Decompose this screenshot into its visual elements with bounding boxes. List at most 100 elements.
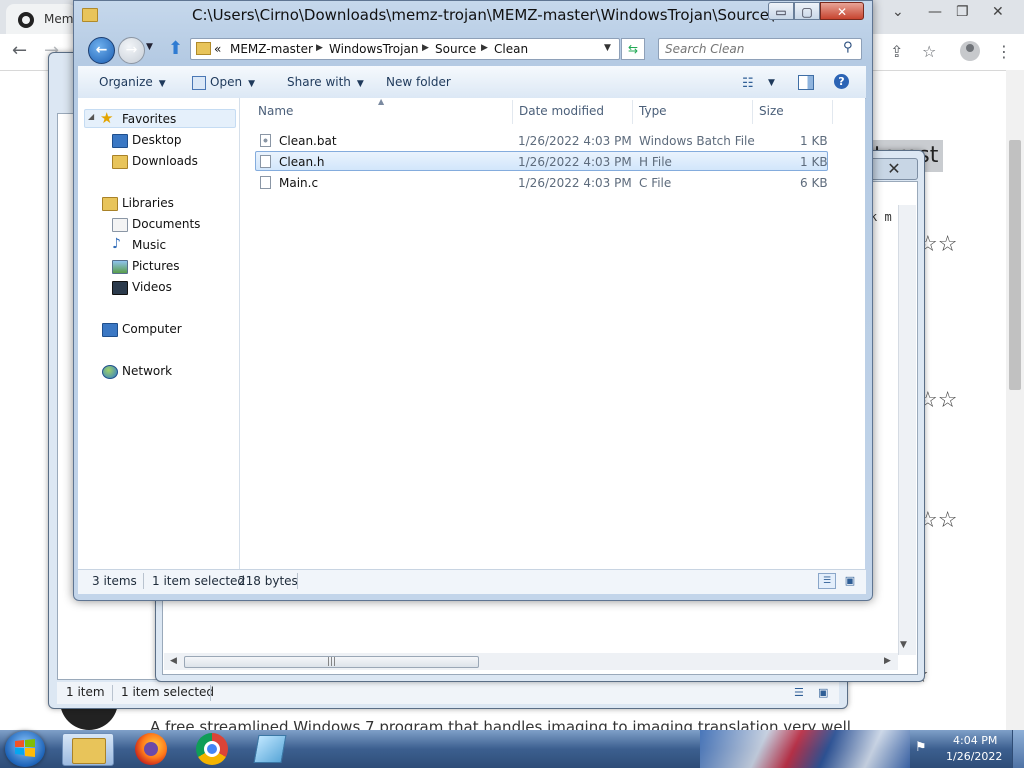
network-icon: [102, 365, 118, 379]
github-icon: [18, 12, 34, 28]
window-title: C:\Users\Cirno\Downloads\memz-trojan\MEM…: [192, 6, 817, 24]
nav-item-music[interactable]: Music: [132, 238, 166, 252]
file-size: 1 KB: [800, 155, 828, 169]
details-view-button[interactable]: ☰: [818, 573, 836, 589]
breadcrumb-separator-icon[interactable]: ▶: [316, 43, 323, 53]
address-dropdown-icon[interactable]: ▼: [604, 43, 611, 53]
batch-file-icon: [260, 134, 271, 147]
browser-minimize-button[interactable]: —: [928, 4, 942, 20]
breadcrumb-clean[interactable]: Clean: [494, 42, 528, 56]
profile-avatar[interactable]: [960, 41, 980, 61]
column-header-name[interactable]: Name: [258, 104, 293, 118]
breadcrumb-source[interactable]: Source: [435, 42, 476, 56]
share-with-button[interactable]: Share with ▼: [287, 75, 364, 89]
breadcrumb-separator-icon[interactable]: ▶: [422, 43, 429, 53]
column-header-size[interactable]: Size: [759, 104, 784, 118]
background-window-close-button[interactable]: ✕: [870, 158, 918, 180]
browser-tab[interactable]: Mem: [6, 4, 76, 34]
nav-item-videos[interactable]: Videos: [132, 280, 172, 294]
views-dropdown-icon[interactable]: ▼: [768, 78, 775, 88]
nav-item-favorites[interactable]: Favorites: [122, 112, 176, 126]
back-button[interactable]: ←: [88, 37, 115, 64]
collapse-icon[interactable]: ◢: [88, 112, 94, 121]
show-desktop-button[interactable]: [1012, 730, 1024, 768]
help-icon[interactable]: ?: [834, 74, 849, 89]
views-icon[interactable]: ☷: [742, 76, 754, 91]
nav-item-pictures[interactable]: Pictures: [132, 259, 180, 273]
background-status-item-count: 1 item: [66, 685, 105, 699]
file-name[interactable]: Clean.h: [279, 155, 324, 169]
search-input[interactable]: [665, 41, 835, 57]
preview-pane-icon[interactable]: [798, 75, 814, 90]
file-date: 1/26/2022 4:03 PM: [518, 176, 632, 190]
nav-item-documents[interactable]: Documents: [132, 217, 200, 231]
file-type: C File: [639, 176, 672, 190]
close-button[interactable]: ✕: [820, 2, 864, 20]
file-name[interactable]: Main.c: [279, 176, 318, 190]
background-status-selection: 1 item selected: [121, 685, 215, 699]
new-folder-button[interactable]: New folder: [386, 75, 451, 89]
refresh-button[interactable]: ⇆: [621, 38, 645, 60]
breadcrumb-separator-icon[interactable]: ▶: [481, 43, 488, 53]
column-header-type[interactable]: Type: [639, 104, 667, 118]
maximize-button[interactable]: ▢: [794, 2, 820, 20]
scroll-right-arrow-icon[interactable]: ▶: [884, 656, 891, 666]
notepad-icon[interactable]: [253, 735, 287, 763]
browser-scrollbar-thumb[interactable]: [1009, 140, 1021, 390]
status-item-count: 3 items: [92, 574, 137, 588]
share-with-label: Share with: [287, 75, 351, 89]
firefox-icon[interactable]: [135, 733, 167, 765]
bookmark-star-icon[interactable]: ☆: [922, 42, 936, 61]
breadcrumb-overflow[interactable]: «: [214, 42, 221, 56]
chevron-down-icon: ▼: [248, 79, 255, 89]
column-divider[interactable]: [752, 100, 753, 124]
search-box[interactable]: [658, 38, 862, 60]
breadcrumb-windowstrojan[interactable]: WindowsTrojan: [329, 42, 418, 56]
chrome-icon[interactable]: [196, 733, 228, 765]
browser-back-button[interactable]: ←: [12, 40, 27, 61]
search-icon[interactable]: ⚲: [843, 40, 853, 55]
wallpaper-peek: [700, 730, 910, 768]
action-center-flag-icon[interactable]: ⚑: [915, 740, 927, 755]
horizontal-scroll-thumb[interactable]: |||: [184, 656, 479, 668]
scroll-left-arrow-icon[interactable]: ◀: [170, 656, 177, 666]
nav-item-desktop[interactable]: Desktop: [132, 133, 182, 147]
organize-button[interactable]: Organize ▼: [99, 75, 166, 89]
nav-item-computer[interactable]: Computer: [122, 322, 182, 336]
large-icons-view-button[interactable]: ▣: [842, 573, 858, 589]
file-name[interactable]: Clean.bat: [279, 134, 337, 148]
forward-button[interactable]: →: [118, 37, 145, 64]
open-button[interactable]: Open ▼: [210, 75, 255, 89]
recent-locations-dropdown[interactable]: ▼: [146, 42, 153, 52]
nav-item-network[interactable]: Network: [122, 364, 172, 378]
status-divider: [112, 685, 113, 701]
videos-icon: [112, 281, 128, 295]
file-date: 1/26/2022 4:03 PM: [518, 134, 632, 148]
share-icon[interactable]: ⇪: [890, 42, 903, 61]
background-icons-view-button[interactable]: ▣: [818, 686, 828, 699]
tab-search-chevron-icon[interactable]: ⌄: [892, 4, 904, 20]
file-size: 1 KB: [800, 134, 828, 148]
nav-item-downloads[interactable]: Downloads: [132, 154, 198, 168]
clock-date[interactable]: 1/26/2022: [946, 750, 1002, 763]
background-details-view-button[interactable]: ☰: [794, 686, 804, 699]
clock-time[interactable]: 4:04 PM: [953, 734, 997, 747]
column-divider[interactable]: [832, 100, 833, 124]
status-divider: [210, 685, 211, 701]
favorites-star-icon: ★: [100, 109, 114, 127]
browser-close-button[interactable]: ✕: [992, 4, 1004, 20]
file-icon: [260, 176, 271, 189]
column-divider[interactable]: [632, 100, 633, 124]
file-icon: [260, 155, 271, 168]
nav-item-libraries[interactable]: Libraries: [122, 196, 174, 210]
minimize-button[interactable]: ▭: [768, 2, 794, 20]
breadcrumb-memz-master[interactable]: MEMZ-master: [230, 42, 313, 56]
browser-restore-button[interactable]: ❐: [956, 4, 969, 20]
browser-menu-icon[interactable]: ⋮: [996, 42, 1012, 61]
background-vertical-scrollbar[interactable]: [898, 205, 916, 655]
scroll-down-arrow-icon[interactable]: ▼: [900, 640, 907, 650]
column-header-date-modified[interactable]: Date modified: [519, 104, 604, 118]
status-divider: [143, 573, 144, 589]
up-arrow-icon[interactable]: ⬆: [168, 38, 183, 59]
column-divider[interactable]: [512, 100, 513, 124]
